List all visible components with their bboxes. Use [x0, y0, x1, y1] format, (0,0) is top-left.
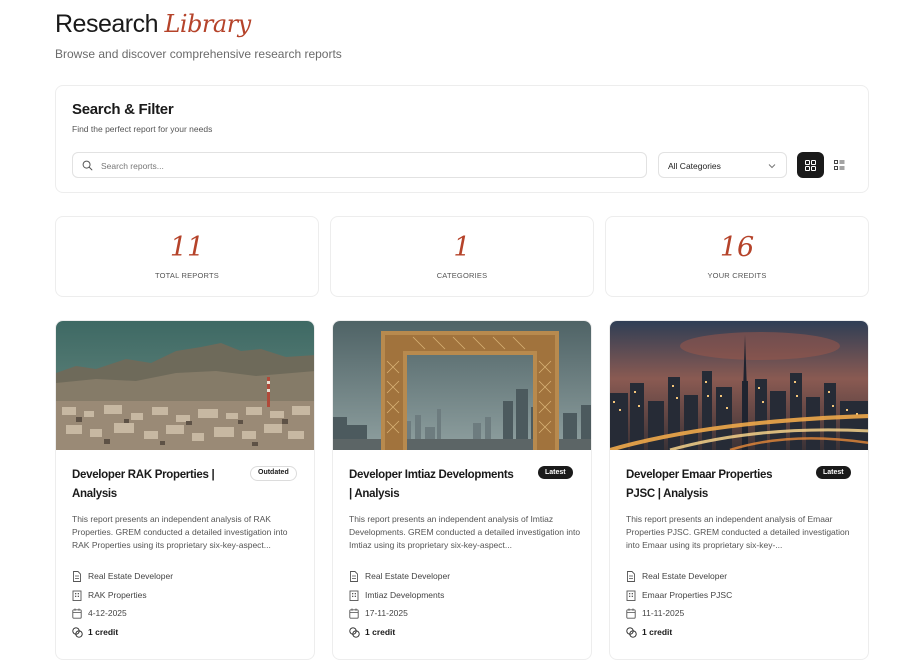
- meta-category-text: Real Estate Developer: [642, 571, 728, 581]
- report-card-emaar[interactable]: Developer Emaar Properties PJSC | Analys…: [609, 320, 869, 660]
- stat-value: 16: [719, 232, 755, 263]
- report-card-imtiaz[interactable]: Developer Imtiaz Developments | Analysis…: [332, 320, 592, 660]
- status-badge: Outdated: [250, 466, 297, 481]
- meta-category-text: Real Estate Developer: [365, 571, 451, 581]
- meta-date-text: 4-12-2025: [88, 608, 127, 618]
- stat-label: TOTAL REPORTS: [154, 271, 219, 280]
- page-title-accent: Library: [164, 10, 251, 38]
- document-icon: [627, 571, 635, 582]
- search-filter-card: Search & Filter Find the perfect report …: [55, 85, 869, 193]
- stat-value: 11: [169, 232, 205, 263]
- report-card-rak[interactable]: Developer RAK Properties | Analysis Outd…: [55, 320, 315, 660]
- calendar-icon: [349, 608, 359, 619]
- filter-title: Search & Filter: [72, 101, 174, 118]
- meta-date-text: 17-11-2025: [365, 608, 408, 618]
- search-input[interactable]: [99, 157, 623, 175]
- category-select[interactable]: All Categories: [658, 152, 787, 178]
- document-icon: [73, 571, 81, 582]
- category-select-value: All Categories: [668, 161, 721, 171]
- stat-label: CATEGORIES: [436, 271, 488, 280]
- report-title[interactable]: Developer Emaar Properties PJSC | Analys…: [626, 466, 796, 504]
- meta-company-text: Imtiaz Developments: [365, 590, 445, 600]
- meta-credits-text: 1 credit: [88, 627, 119, 637]
- grid-view-button[interactable]: [797, 152, 824, 178]
- report-image-dubai-skyline: [610, 321, 868, 450]
- meta-credits-text: 1 credit: [365, 627, 396, 637]
- coins-icon: [626, 627, 637, 638]
- stat-label: YOUR CREDITS: [707, 271, 767, 280]
- search-box[interactable]: [72, 152, 647, 178]
- stat-credits: 16 YOUR CREDITS: [605, 216, 869, 297]
- meta-company-text: RAK Properties: [88, 590, 147, 600]
- document-icon: [350, 571, 358, 582]
- meta-company-text: Emaar Properties PJSC: [642, 590, 733, 600]
- building-icon: [72, 590, 82, 601]
- filter-subtitle: Find the perfect report for your needs: [72, 124, 213, 134]
- building-icon: [349, 590, 359, 601]
- meta-credits-text: 1 credit: [642, 627, 673, 637]
- report-description: This report presents an independent anal…: [72, 514, 288, 550]
- report-description: This report presents an independent anal…: [626, 514, 850, 550]
- status-badge: Latest: [816, 466, 851, 479]
- list-icon: [834, 160, 845, 170]
- list-view-button[interactable]: [834, 158, 848, 172]
- stat-value: 1: [453, 232, 471, 263]
- stat-categories: 1 CATEGORIES: [330, 216, 594, 297]
- page-subtitle: Browse and discover comprehensive resear…: [55, 47, 342, 61]
- report-description: This report presents an independent anal…: [349, 514, 581, 550]
- chevron-down-icon: [768, 164, 776, 169]
- calendar-icon: [626, 608, 636, 619]
- status-badge: Latest: [538, 466, 573, 479]
- report-image-dubai-frame: [333, 321, 591, 450]
- meta-date-text: 11-11-2025: [642, 608, 685, 618]
- meta-category-text: Real Estate Developer: [88, 571, 174, 581]
- building-icon: [626, 590, 636, 601]
- stat-total-reports: 11 TOTAL REPORTS: [55, 216, 319, 297]
- page-title-main: Research: [55, 10, 159, 38]
- report-image-mountain-city: [56, 321, 314, 450]
- grid-icon: [805, 160, 816, 171]
- coins-icon: [72, 627, 83, 638]
- search-icon: [82, 160, 93, 171]
- report-title[interactable]: Developer Imtiaz Developments | Analysis: [349, 466, 519, 504]
- calendar-icon: [72, 608, 82, 619]
- page-title: Research Library: [55, 10, 251, 39]
- report-title[interactable]: Developer RAK Properties | Analysis: [72, 466, 242, 504]
- coins-icon: [349, 627, 360, 638]
